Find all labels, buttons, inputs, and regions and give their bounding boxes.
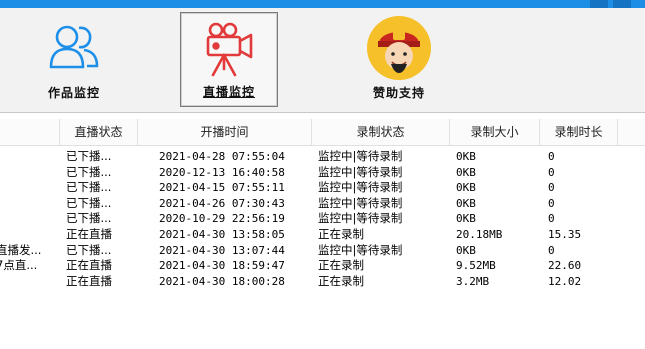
cell-start-time: 2021-04-30 13:58:05 [159, 228, 285, 241]
cell-start-time: 2021-04-28 07:55:04 [159, 150, 285, 163]
toolbar: 作品监控 直播监控 赞助支持 [0, 8, 645, 113]
column-header-name[interactable] [0, 119, 60, 145]
window-title-bar [0, 0, 645, 8]
column-header-record-size[interactable]: 录制大小 [450, 119, 540, 145]
cell-record-duration: 0 [548, 150, 555, 163]
cell-record-status: 监控中|等待录制 [318, 211, 403, 226]
cell-record-status: 监控中|等待录制 [318, 242, 403, 257]
cell-live-status: 正在直播 [66, 273, 112, 288]
cell-live-status: 正在直播 [66, 227, 112, 241]
table-row[interactable]: 已下播... 2021-04-28 07:55:04 监控中|等待录制 0KB 0 [0, 149, 645, 164]
cell-name: 7点直... [0, 258, 38, 273]
cell-record-status: 正在录制 [318, 227, 364, 241]
cell-record-size: 0KB [456, 243, 476, 257]
cell-record-size: 0KB [456, 212, 476, 226]
table-row[interactable]: 正在直播 2021-04-30 18:00:28 正在录制 3.2MB 12.02 [0, 274, 645, 289]
cell-record-status: 监控中|等待录制 [318, 149, 403, 163]
cell-record-status: 正在录制 [318, 273, 364, 288]
cell-start-time: 2020-12-13 16:40:58 [159, 165, 285, 179]
table-row[interactable]: 已下播... 2020-10-29 22:56:19 监控中|等待录制 0KB 0 [0, 211, 645, 226]
cell-record-size: 0KB [456, 196, 476, 210]
cell-record-duration: 0 [548, 165, 555, 179]
table-row[interactable]: 已下播... 2020-12-13 16:40:58 监控中|等待录制 0KB 0 [0, 165, 645, 180]
toolbar-item-label: 赞助支持 [372, 86, 425, 100]
table-header: 直播状态 开播时间 录制状态 录制大小 录制时长 [0, 119, 645, 146]
cell-record-duration: 22.60 [548, 259, 582, 273]
cell-record-duration: 0 [548, 196, 555, 210]
table-row[interactable]: 正在直播 2021-04-30 13:58:05 正在录制 20.18MB 15.35 [0, 227, 645, 242]
cell-record-duration: 0 [548, 243, 555, 257]
cell-record-size: 20.18MB [456, 228, 503, 241]
cell-record-size: 3.2MB [456, 274, 490, 288]
cell-name: 直播发... [0, 242, 42, 257]
window-control-button[interactable] [613, 0, 631, 8]
cell-live-status: 已下播... [66, 149, 112, 163]
cell-record-status: 正在录制 [318, 258, 364, 273]
cell-record-status: 监控中|等待录制 [318, 195, 403, 210]
cell-record-status: 监控中|等待录制 [318, 164, 403, 179]
cell-record-duration: 0 [548, 212, 555, 226]
cell-record-size: 0KB [456, 165, 476, 179]
cell-record-duration: 12.02 [548, 274, 582, 288]
column-header-record-duration[interactable]: 录制时长 [540, 119, 618, 145]
table-row[interactable]: 7点直... 正在直播 2021-04-30 18:59:47 正在录制 9.52MB 2… [0, 258, 645, 273]
cell-start-time: 2021-04-30 18:00:28 [159, 274, 285, 288]
column-header-record-status[interactable]: 录制状态 [312, 119, 450, 145]
cell-record-size: 0KB [456, 181, 476, 195]
table-row[interactable]: 已下播... 2021-04-26 07:30:43 监控中|等待录制 0KB 0 [0, 196, 645, 211]
cell-record-status: 监控中|等待录制 [318, 180, 403, 195]
cell-live-status: 已下播... [66, 242, 112, 257]
cell-start-time: 2021-04-26 07:30:43 [159, 196, 285, 210]
cell-live-status: 已下播... [66, 195, 112, 210]
table-row[interactable]: 直播发... 已下播... 2021-04-30 13:07:44 监控中|等待录制 0… [0, 243, 645, 258]
cell-record-duration: 0 [548, 181, 555, 195]
toolbar-item-label: 直播监控 [202, 85, 255, 99]
toolbar-works-monitor-button[interactable]: 作品监控 [25, 12, 123, 107]
cell-live-status: 已下播... [66, 164, 112, 179]
table-row[interactable]: 已下播... 2021-04-15 07:55:11 监控中|等待录制 0KB 0 [0, 180, 645, 195]
cell-start-time: 2020-10-29 22:56:19 [159, 212, 285, 226]
live-monitor-table: 直播状态 开播时间 录制状态 录制大小 录制时长 已下播... 2021-04-2… [0, 119, 645, 349]
cell-live-status: 正在直播 [66, 258, 112, 273]
column-header-live-status[interactable]: 直播状态 [60, 119, 138, 145]
column-header-start-time[interactable]: 开播时间 [138, 119, 312, 145]
cell-start-time: 2021-04-30 18:59:47 [159, 259, 285, 273]
toolbar-sponsor-button[interactable]: 赞助支持 [350, 12, 448, 107]
cell-start-time: 2021-04-30 13:07:44 [159, 243, 285, 257]
video-camera-icon [206, 22, 253, 77]
window-control-button[interactable] [590, 0, 608, 8]
toolbar-live-monitor-button[interactable]: 直播监控 [180, 12, 278, 107]
cell-record-size: 0KB [456, 150, 476, 163]
fortune-god-icon [367, 16, 431, 80]
toolbar-item-label: 作品监控 [47, 86, 100, 100]
cell-record-size: 9.52MB [456, 259, 496, 273]
cell-record-duration: 15.35 [548, 228, 582, 241]
cell-start-time: 2021-04-15 07:55:11 [159, 181, 285, 195]
users-icon [49, 25, 99, 69]
cell-live-status: 已下播... [66, 211, 112, 226]
cell-live-status: 已下播... [66, 180, 112, 195]
